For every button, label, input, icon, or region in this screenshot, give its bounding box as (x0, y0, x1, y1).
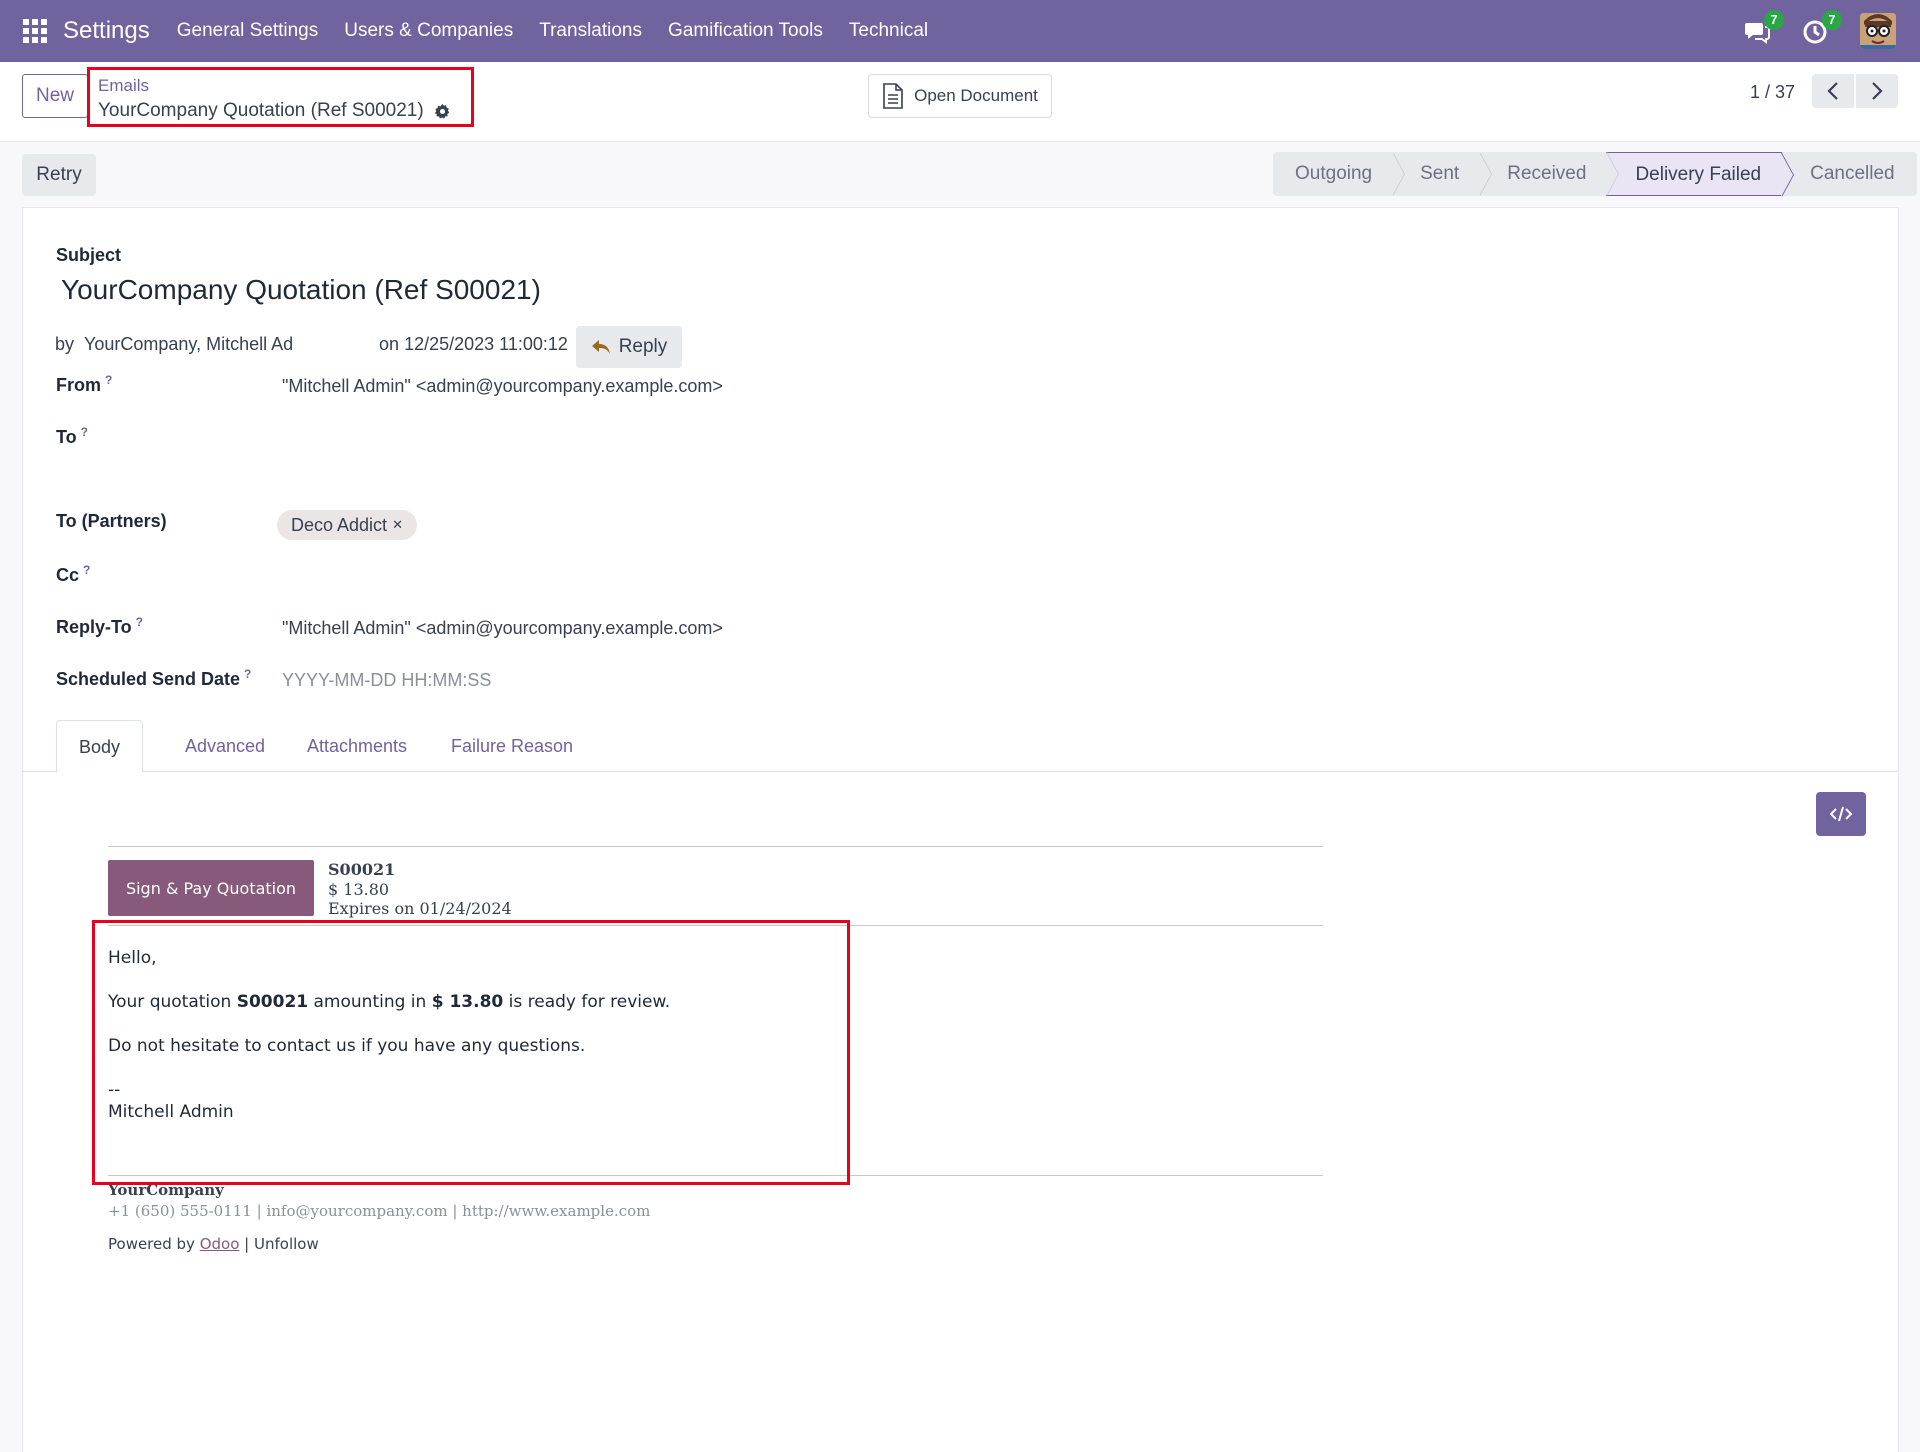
breadcrumb: Emails YourCompany Quotation (Ref S00021… (87, 67, 474, 127)
new-button[interactable]: New (22, 74, 88, 118)
footer-powered-by: Powered by Odoo | Unfollow (108, 1235, 319, 1253)
tab-body[interactable]: Body (56, 720, 144, 773)
from-field[interactable]: "Mitchell Admin" <admin@yourcompany.exam… (282, 376, 723, 397)
notebook-tabs: Body Advanced Attachments Failure Reason (23, 720, 1898, 773)
user-avatar[interactable] (1860, 13, 1896, 49)
stage-received[interactable]: Received (1479, 152, 1620, 196)
tab-failure-reason[interactable]: Failure Reason (429, 720, 595, 772)
quote-expiry: Expires on 01/24/2024 (328, 899, 512, 918)
messages-systray[interactable]: 7 (1744, 10, 1784, 46)
code-view-button[interactable] (1816, 792, 1866, 836)
menu-general-settings[interactable]: General Settings (164, 20, 332, 42)
pager-previous-button[interactable] (1812, 74, 1854, 108)
from-label: From? (56, 373, 113, 395)
systray: 7 7 (1744, 0, 1920, 62)
tab-attachments[interactable]: Attachments (285, 720, 429, 772)
author-field[interactable]: YourCompany, Mitchell Ad (84, 334, 374, 355)
form-sheet: Subject YourCompany Quotation (Ref S0002… (22, 207, 1899, 1452)
to-help-icon[interactable]: ? (81, 425, 88, 439)
gear-icon[interactable] (434, 103, 451, 120)
top-navbar: Settings General Settings Users & Compan… (0, 0, 1920, 62)
breadcrumb-current: YourCompany Quotation (Ref S00021) (98, 100, 451, 122)
odoo-link[interactable]: Odoo (200, 1235, 240, 1253)
cc-help-icon[interactable]: ? (83, 563, 90, 577)
retry-button[interactable]: Retry (22, 154, 96, 196)
partner-tag: Deco Addict ✕ (277, 510, 417, 540)
unfollow-link[interactable]: Unfollow (254, 1235, 319, 1253)
subject-label: Subject (56, 245, 122, 265)
code-icon (1830, 806, 1852, 822)
control-panel: New Emails YourCompany Quotation (Ref S0… (0, 62, 1920, 142)
scheduled-date-label: Scheduled Send Date? (56, 667, 252, 689)
main-menu: General Settings Users & Companies Trans… (164, 20, 941, 42)
author-line: by YourCompany, Mitchell Ad on 12/25/202… (55, 334, 568, 355)
menu-technical[interactable]: Technical (836, 20, 941, 42)
quote-amount: $ 13.80 (328, 880, 390, 899)
reply-to-help-icon[interactable]: ? (136, 615, 143, 629)
breadcrumb-parent-emails[interactable]: Emails (98, 76, 149, 96)
chevron-left-icon (1827, 82, 1838, 100)
from-help-icon[interactable]: ? (105, 373, 112, 387)
subject-field[interactable]: YourCompany Quotation (Ref S00021) (61, 274, 541, 306)
scheduled-help-icon[interactable]: ? (244, 667, 251, 681)
open-document-label: Open Document (914, 86, 1038, 105)
reply-button[interactable]: Reply (576, 326, 682, 368)
status-bar: Outgoing Sent Received Delivery Failed C… (1273, 152, 1917, 197)
footer-contact: +1 (650) 555-0111 | info@yourcompany.com… (108, 1202, 651, 1220)
date-prefix: on (379, 334, 400, 354)
apps-grid-icon[interactable] (23, 19, 47, 43)
app-brand[interactable]: Settings (63, 17, 150, 45)
stage-delivery-failed[interactable]: Delivery Failed (1606, 152, 1794, 197)
reply-to-label: Reply-To? (56, 615, 144, 637)
email-divider-top (108, 846, 1323, 847)
document-icon (883, 83, 903, 109)
avatar-face-icon (1860, 13, 1896, 49)
breadcrumb-current-label: YourCompany Quotation (Ref S00021) (98, 100, 424, 121)
activities-systray[interactable]: 7 (1802, 10, 1842, 46)
tag-remove-icon[interactable]: ✕ (392, 517, 403, 532)
to-partners-label: To (Partners) (56, 511, 167, 531)
stage-outgoing[interactable]: Outgoing (1273, 152, 1406, 196)
cc-field[interactable] (282, 563, 982, 589)
stage-cancelled[interactable]: Cancelled (1782, 152, 1917, 196)
menu-users-companies[interactable]: Users & Companies (331, 20, 526, 42)
reply-to-field[interactable]: "Mitchell Admin" <admin@yourcompany.exam… (282, 618, 723, 639)
to-field[interactable] (282, 425, 982, 485)
tab-advanced[interactable]: Advanced (163, 720, 287, 772)
quote-reference: S00021 (328, 860, 396, 879)
date-field[interactable]: 12/25/2023 11:00:12 (404, 334, 568, 354)
sign-pay-quotation-button[interactable]: Sign & Pay Quotation (108, 860, 314, 916)
pager-value[interactable]: 1 / 37 (1750, 82, 1795, 103)
reply-label: Reply (618, 336, 668, 357)
stage-sent[interactable]: Sent (1392, 152, 1493, 196)
cc-label: Cc? (56, 563, 91, 585)
scheduled-date-input[interactable]: YYYY-MM-DD HH:MM:SS (282, 670, 491, 691)
pager-next-button[interactable] (1856, 74, 1898, 108)
activities-badge: 7 (1822, 10, 1842, 30)
messages-badge: 7 (1764, 10, 1784, 30)
menu-translations[interactable]: Translations (526, 20, 655, 42)
open-document-button[interactable]: Open Document (868, 74, 1052, 118)
partner-tag-label: Deco Addict (291, 515, 388, 535)
chevron-right-icon (1872, 82, 1883, 100)
reply-icon (591, 340, 610, 354)
to-label: To? (56, 425, 88, 447)
by-prefix: by (55, 334, 75, 354)
email-body-highlight (92, 920, 850, 1185)
menu-gamification-tools[interactable]: Gamification Tools (655, 20, 836, 42)
